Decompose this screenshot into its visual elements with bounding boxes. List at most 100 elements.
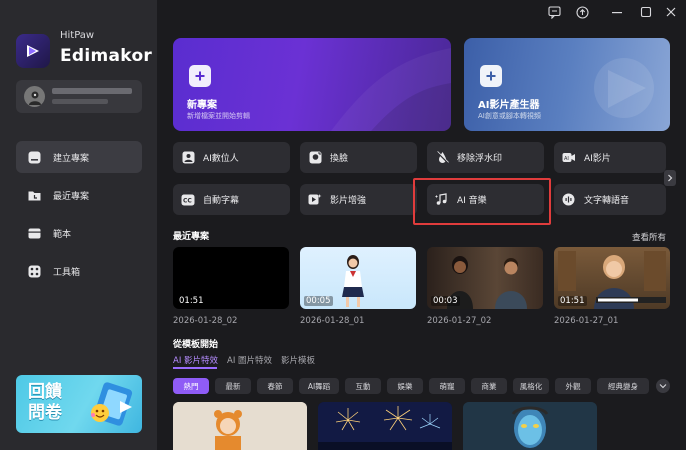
tool-video-enhance[interactable]: 影片增強 (300, 184, 417, 215)
template-card[interactable] (318, 402, 452, 450)
brand-sub: HitPaw (60, 30, 95, 41)
feedback-survey-banner[interactable]: 回饋 問卷 (16, 375, 142, 433)
sidebar: HitPaw Edimakor 建立專案 最近專案 範本 工具箱 回饋 問卷 (0, 0, 157, 450)
nav-templates[interactable]: 範本 (16, 217, 142, 249)
email-redacted (52, 99, 108, 104)
recent-project-card[interactable]: 01:51 (554, 247, 670, 309)
add-icon (189, 65, 211, 87)
chip-spring-festival[interactable]: 春節 (257, 378, 293, 394)
tool-ai-music[interactable]: AI 音樂 (427, 184, 544, 215)
chip-interactive[interactable]: 互動 (345, 378, 381, 394)
template-baby-tiger-image (173, 402, 307, 450)
nav-create-project[interactable]: 建立專案 (16, 141, 142, 173)
chip-ai-dance[interactable]: AI舞蹈 (299, 378, 339, 394)
chip-business[interactable]: 商業 (471, 378, 507, 394)
recent-project-card[interactable]: 01:51 (173, 247, 289, 309)
recent-projects-title: 最近專案 (173, 232, 210, 242)
ai-music-icon (435, 193, 449, 207)
tool-label: 影片增強 (330, 196, 367, 206)
svg-text:CC: CC (183, 197, 192, 204)
chip-cute-pets[interactable]: 萌寵 (429, 378, 465, 394)
active-tab-underline (173, 367, 217, 369)
tool-face-swap[interactable]: 換臉 (300, 142, 417, 173)
template-card[interactable] (463, 402, 597, 450)
chip-entertainment[interactable]: 娛樂 (387, 378, 423, 394)
upload-icon[interactable] (575, 5, 589, 19)
tool-ai-digital-human[interactable]: AI數位人 (173, 142, 290, 173)
tool-remove-watermark[interactable]: 移除浮水印 (427, 142, 544, 173)
app-logo-icon (16, 34, 50, 68)
tool-label: 自動字幕 (203, 196, 240, 206)
nav-label: 範本 (53, 229, 72, 240)
avatar (24, 86, 45, 107)
ai-video-subtitle: AI創意或腳本轉視頻 (478, 112, 541, 120)
user-account-card[interactable] (16, 80, 142, 113)
tool-label: AI數位人 (203, 154, 239, 164)
tool-label: 移除浮水印 (457, 154, 503, 164)
chip-stylized[interactable]: 風格化 (513, 378, 549, 394)
recent-project-card[interactable]: 00:05 (300, 247, 416, 309)
new-project-card[interactable]: 新專案 新增檔案並開始剪輯 (173, 38, 451, 131)
decorative-wave (331, 48, 451, 131)
nav-recent-projects[interactable]: 最近專案 (16, 179, 142, 211)
promo-line-1: 回饋 (28, 382, 62, 402)
nav-label: 建立專案 (53, 153, 90, 164)
decorative-play-shape (594, 58, 654, 118)
recent-project-card[interactable]: 00:03 (427, 247, 543, 309)
tool-auto-subtitle[interactable]: CC 自動字幕 (173, 184, 290, 215)
recent-project-date: 2026-01-27_01 (554, 316, 619, 326)
template-blue-avatar-image (463, 402, 597, 450)
scroll-right-chevron-icon[interactable] (664, 170, 676, 186)
tool-ai-video[interactable]: AI AI影片 (554, 142, 666, 173)
nav-label: 最近專案 (53, 191, 90, 202)
template-icon (28, 227, 41, 240)
minimize-icon[interactable] (610, 5, 624, 19)
chip-hot[interactable]: 熱門 (173, 378, 209, 394)
recent-project-date: 2026-01-28_02 (173, 316, 238, 326)
survey-illustration-icon (91, 382, 133, 426)
create-project-icon (28, 151, 41, 164)
recent-folder-icon (28, 189, 41, 202)
recent-project-date: 2026-01-27_02 (427, 316, 492, 326)
tool-label: AI影片 (584, 154, 611, 164)
nav-label: 工具箱 (53, 267, 81, 278)
see-all-link[interactable]: 查看所有 (632, 231, 666, 243)
tool-text-to-speech[interactable]: 文字轉語音 (554, 184, 666, 215)
ai-video-icon: AI (562, 151, 576, 165)
tab-ai-video-effects[interactable]: AI 影片特效 (173, 354, 218, 366)
promo-line-2: 問卷 (28, 403, 62, 423)
ai-video-generator-card[interactable]: AI影片產生器 AI創意或腳本轉視頻 (464, 38, 670, 131)
video-enhance-icon (308, 193, 322, 207)
new-project-title: 新專案 (187, 100, 217, 111)
chip-classic-transform[interactable]: 經典變身 (597, 378, 649, 394)
tool-label: 換臉 (330, 154, 349, 164)
tab-video-templates[interactable]: 影片模板 (281, 354, 315, 366)
digital-human-icon (181, 151, 195, 165)
svg-text:AI: AI (564, 156, 569, 162)
duration: 00:03 (431, 296, 460, 306)
duration: 00:05 (304, 296, 333, 306)
templates-title: 從模板開始 (173, 340, 219, 350)
toolbox-icon (28, 265, 41, 278)
cc-subtitle-icon: CC (181, 193, 195, 207)
nav-toolbox[interactable]: 工具箱 (16, 255, 142, 287)
template-card[interactable] (173, 402, 307, 450)
chip-appearance[interactable]: 外觀 (555, 378, 591, 394)
ai-video-title: AI影片產生器 (478, 100, 540, 111)
tool-label: 文字轉語音 (584, 196, 630, 206)
face-swap-icon (308, 151, 322, 165)
recent-project-date: 2026-01-28_01 (300, 316, 365, 326)
chip-new[interactable]: 最新 (215, 378, 251, 394)
maximize-icon[interactable] (639, 5, 653, 19)
duration: 01:51 (558, 296, 587, 306)
feedback-icon[interactable] (547, 5, 561, 19)
tab-ai-image-effects[interactable]: AI 圖片特效 (227, 354, 272, 366)
add-icon (480, 65, 502, 87)
close-icon[interactable] (664, 5, 678, 19)
username-redacted (52, 88, 132, 94)
brand-name: Edimakor (60, 46, 153, 66)
tool-label: AI 音樂 (457, 196, 487, 206)
promo-text: 回饋 問卷 (28, 382, 62, 424)
chevron-down-icon[interactable] (656, 379, 670, 393)
duration: 01:51 (177, 296, 206, 306)
